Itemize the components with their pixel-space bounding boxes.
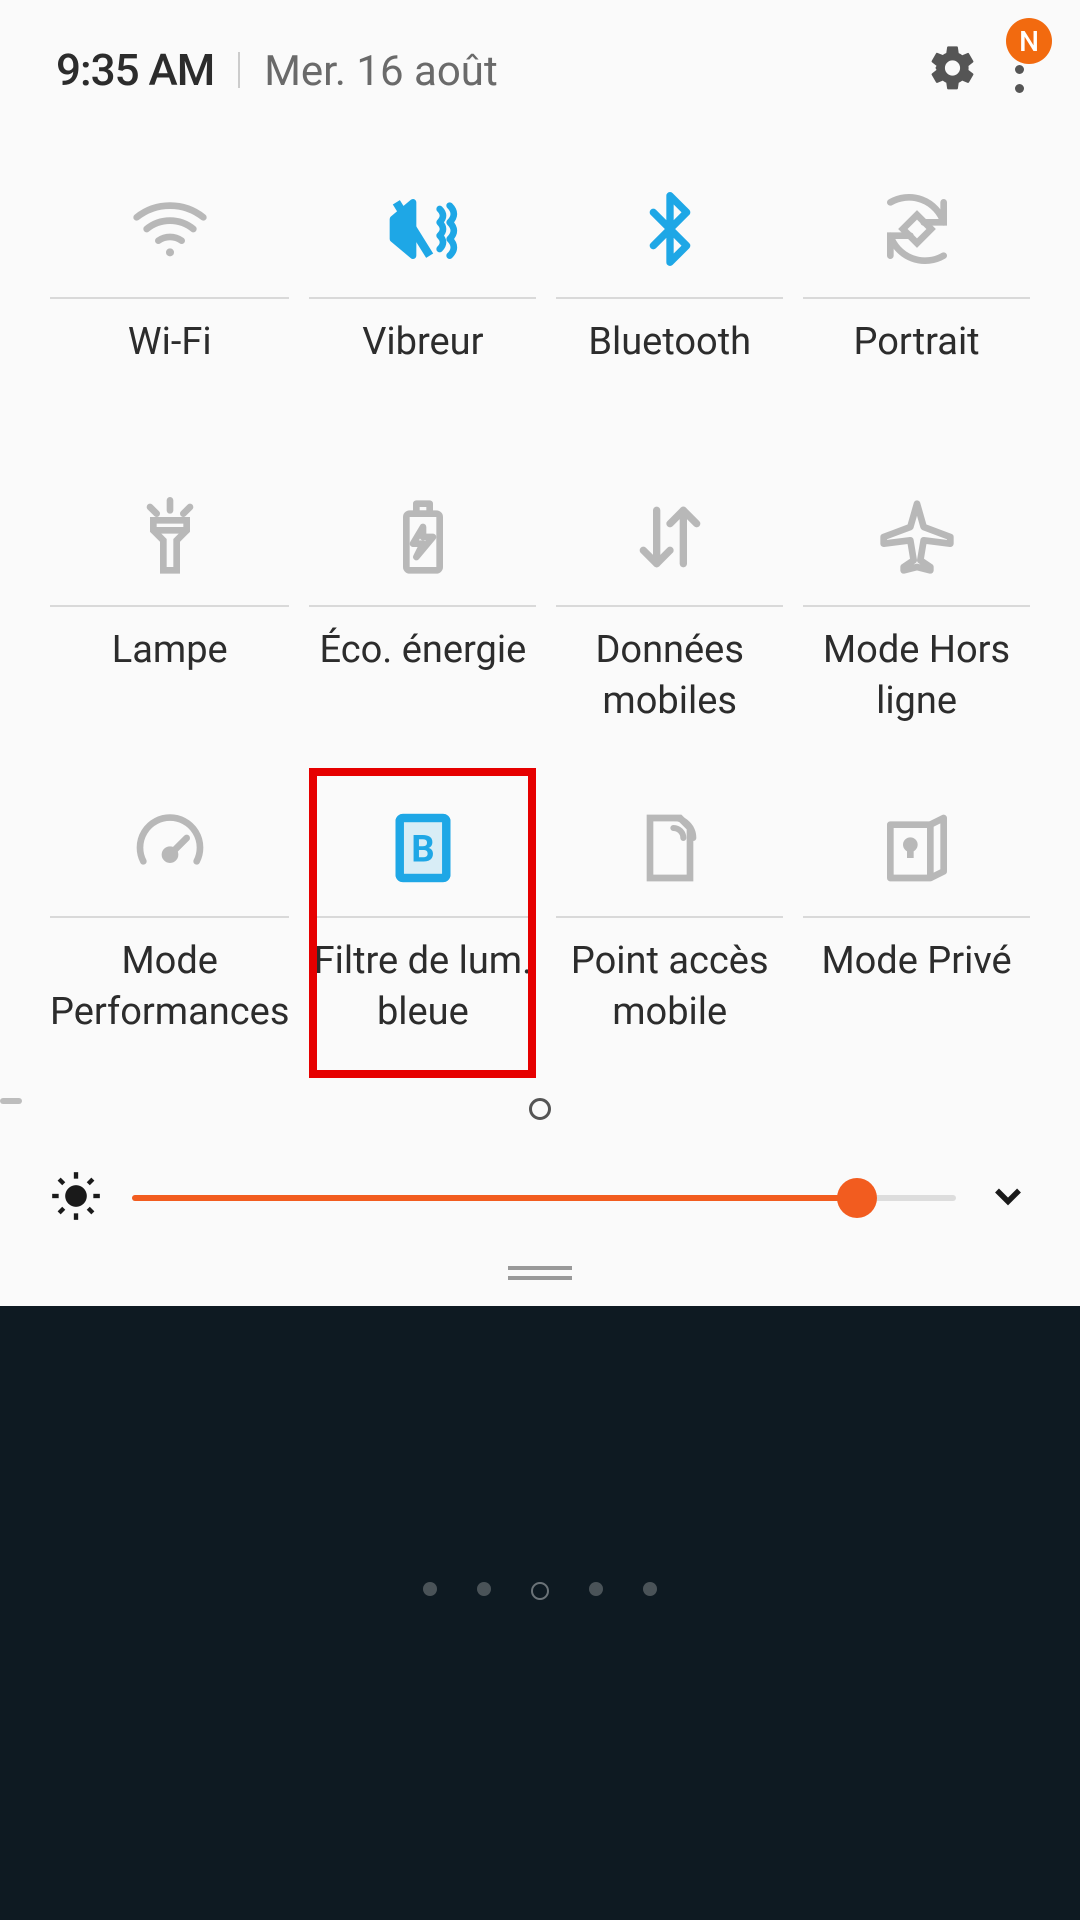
tile-label[interactable]: Mode Privé [821,936,1011,1036]
slider-thumb[interactable] [837,1178,877,1218]
tile-separator [803,605,1030,607]
home-dot [477,1582,491,1596]
tile-separator [803,297,1030,299]
battery-icon [383,477,463,597]
brightness-row [0,1150,1080,1256]
gauge-icon [130,788,210,908]
toggle-wifi[interactable]: Wi-Fi [50,149,289,457]
notification-badge: N [1006,18,1052,64]
more-options-icon[interactable]: N [1009,40,1030,99]
hotspot-icon [630,788,710,908]
toggle-bluetooth[interactable]: Bluetooth [556,149,783,457]
page-dot-active [529,1098,551,1120]
drag-handle[interactable] [0,1256,1080,1296]
private-icon [877,788,957,908]
tile-separator [556,605,783,607]
tile-separator [50,297,289,299]
toggle-vibrate[interactable]: Vibreur [309,149,536,457]
vibrate-icon [383,169,463,289]
toggle-hotspot[interactable]: Point accès mobile [556,768,783,1079]
toggle-flashlight[interactable]: Lampe [50,457,289,768]
expand-chevron-icon[interactable] [986,1174,1030,1222]
tile-separator [309,916,536,918]
data-icon [630,477,710,597]
tile-separator [556,916,783,918]
tile-separator [556,297,783,299]
toggle-airplane[interactable]: Mode Hors ligne [803,457,1030,768]
brightness-icon [50,1170,102,1226]
slider-fill [132,1195,857,1201]
quick-toggle-grid: Wi-Fi Vibreur Bluetooth Portrait Lampe Éco. é… [0,119,1080,1088]
tile-separator [50,916,289,918]
settings-gear-icon[interactable] [927,42,979,98]
page-indicator[interactable] [0,1088,1080,1150]
tile-label[interactable]: Mode Performances [50,936,289,1039]
svg-text:B: B [411,827,434,870]
tile-label[interactable]: Point accès mobile [556,936,783,1039]
header-left: 9:35 AM Mer. 16 août [56,44,498,96]
rotate-icon [877,169,957,289]
home-dot [643,1582,657,1596]
home-dot [423,1582,437,1596]
tile-label[interactable]: Bluetooth [588,317,751,417]
clock-time: 9:35 AM [56,44,214,96]
tile-label[interactable]: Vibreur [362,317,483,417]
bluetooth-icon [630,169,710,289]
flashlight-icon [130,477,210,597]
tile-label[interactable]: Mode Hors ligne [803,625,1030,728]
home-dot-active [531,1582,549,1600]
tile-label[interactable]: Lampe [112,625,228,725]
header-right: N [927,40,1030,99]
home-dot [589,1582,603,1596]
tile-label[interactable]: Éco. énergie [319,625,526,725]
toggle-rotate[interactable]: Portrait [803,149,1030,457]
airplane-icon [877,477,957,597]
tile-label[interactable]: Wi-Fi [128,317,212,417]
tile-label[interactable]: Portrait [854,317,980,417]
divider [238,52,240,88]
page-dot [0,1098,22,1104]
homescreen-page-dots [0,1582,1080,1600]
toggle-bluelight[interactable]: B Filtre de lum. bleue [309,768,536,1079]
tile-label[interactable]: Données mobiles [556,625,783,728]
tile-separator [50,605,289,607]
tile-separator [803,916,1030,918]
toggle-battery[interactable]: Éco. énergie [309,457,536,768]
toggle-private[interactable]: Mode Privé [803,768,1030,1079]
tile-separator [309,605,536,607]
wifi-icon [130,169,210,289]
status-header: 9:35 AM Mer. 16 août N [0,0,1080,119]
tile-label[interactable]: Filtre de lum. bleue [309,936,536,1039]
brightness-slider[interactable] [132,1178,956,1218]
clock-date[interactable]: Mer. 16 août [264,47,497,96]
toggle-data[interactable]: Données mobiles [556,457,783,768]
quick-settings-panel: 9:35 AM Mer. 16 août N Wi-Fi Vibreur Bluet… [0,0,1080,1306]
toggle-gauge[interactable]: Mode Performances [50,768,289,1079]
bluelight-icon: B [383,788,463,908]
tile-separator [309,297,536,299]
